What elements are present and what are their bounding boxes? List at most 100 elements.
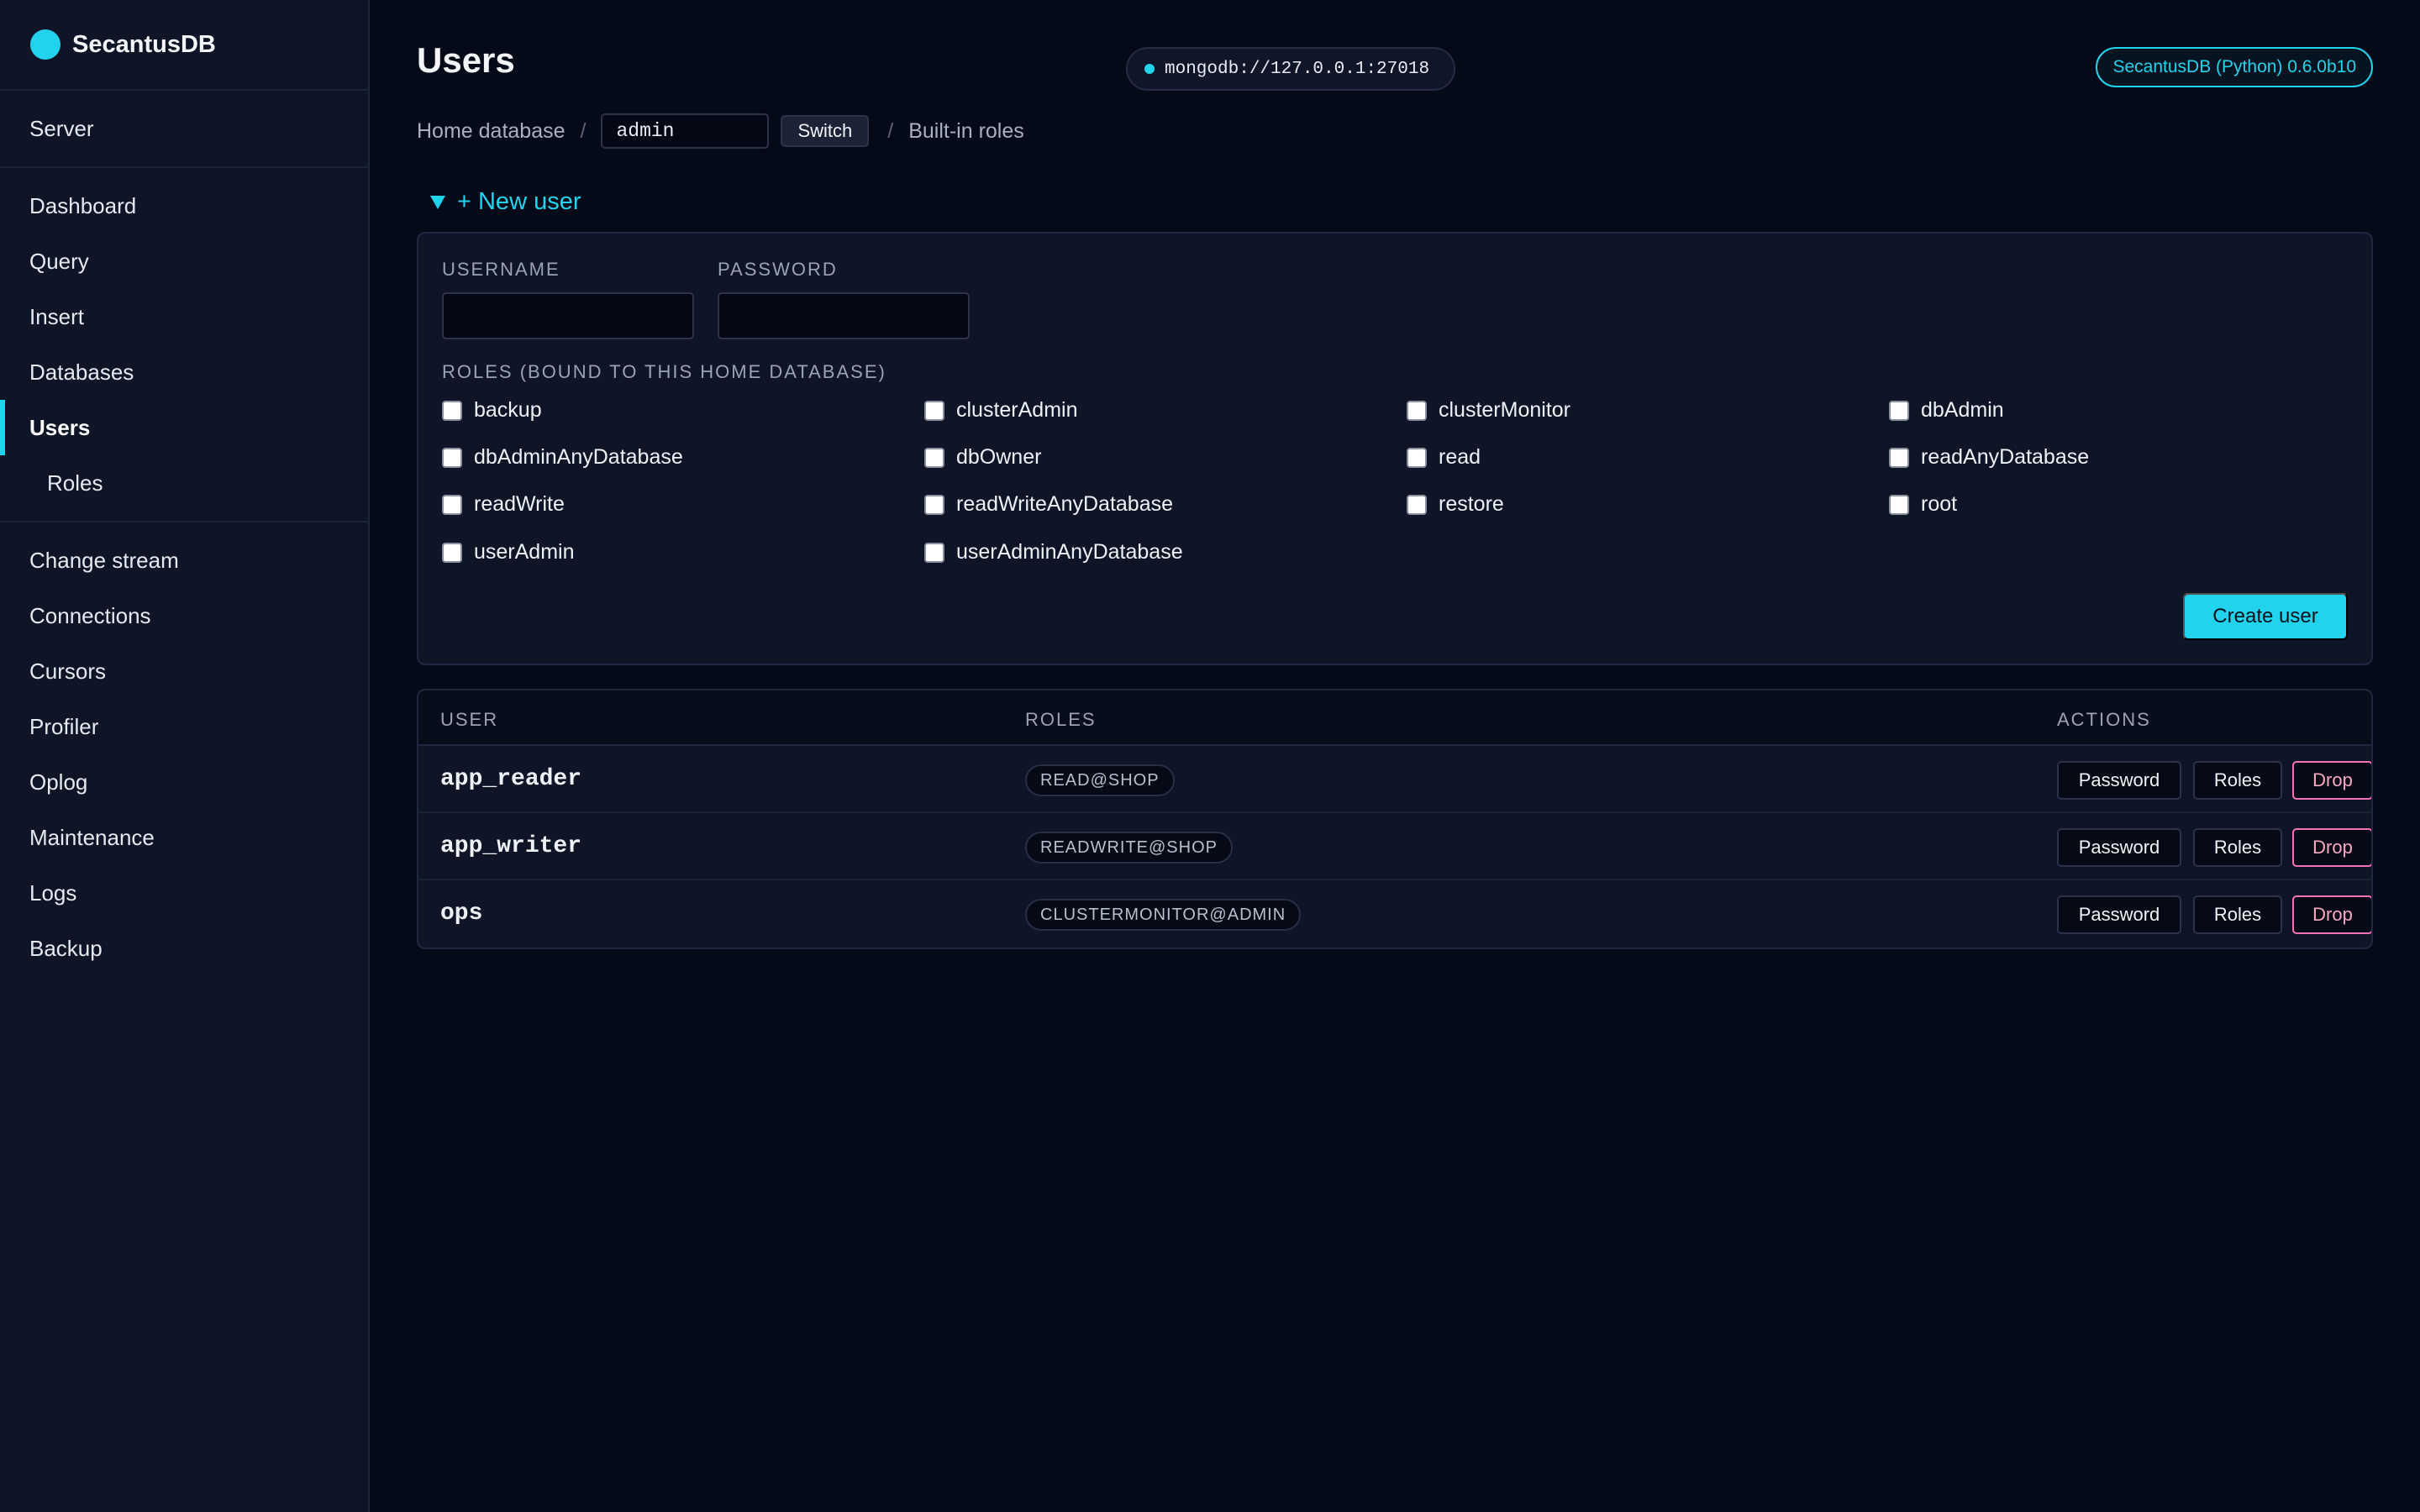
role-checkbox-useradmin[interactable]: userAdmin — [442, 540, 575, 564]
role-checkbox-root[interactable]: root — [1889, 492, 1957, 517]
brand[interactable]: SecantusDB — [0, 0, 368, 91]
user-name: app_reader — [440, 766, 582, 792]
sidebar-item-backup[interactable]: Backup — [0, 921, 368, 976]
breadcrumb: Home database / Switch / Built-in roles — [417, 113, 1024, 150]
role-checkbox-restore[interactable]: restore — [1407, 492, 1504, 517]
roles-label: ROLES (BOUND TO THIS HOME DATABASE) — [442, 361, 886, 382]
page-title: Users — [417, 40, 515, 80]
column-header-roles: ROLES — [1025, 709, 1097, 730]
sidebar-item-maintenance[interactable]: Maintenance — [0, 810, 368, 865]
role-checkbox-readwriteanydatabase[interactable]: readWriteAnyDatabase — [924, 492, 1173, 517]
role-checkbox-dbadmin[interactable]: dbAdmin — [1889, 398, 2004, 423]
sidebar-item-logs[interactable]: Logs — [0, 865, 368, 921]
table-row: app_writer READWRITE@SHOP Password Roles… — [418, 813, 2371, 880]
role-checkbox-dbadminanydatabase[interactable]: dbAdminAnyDatabase — [442, 445, 683, 470]
password-button[interactable]: Password — [2057, 761, 2181, 800]
table-row: ops CLUSTERMONITOR@ADMIN Password Roles … — [418, 880, 2371, 948]
checkbox[interactable] — [442, 542, 462, 563]
roles-button[interactable]: Roles — [2193, 828, 2282, 867]
password-button[interactable]: Password — [2057, 895, 2181, 934]
drop-button[interactable]: Drop — [2292, 828, 2371, 867]
role-chip: CLUSTERMONITOR@ADMIN — [1025, 899, 1302, 931]
checkbox[interactable] — [442, 447, 462, 468]
sidebar-item-roles[interactable]: Roles — [0, 455, 368, 511]
checkbox[interactable] — [1889, 494, 1909, 515]
role-checkbox-clusteradmin[interactable]: clusterAdmin — [924, 398, 1078, 423]
breadcrumb-separator: / — [887, 118, 894, 143]
sidebar-item-oplog[interactable]: Oplog — [0, 754, 368, 810]
nav-section-server: Server — [0, 91, 368, 168]
sidebar-item-cursors[interactable]: Cursors — [0, 643, 368, 699]
drop-button[interactable]: Drop — [2292, 895, 2371, 934]
checkbox[interactable] — [1407, 400, 1427, 421]
brand-name: SecantusDB — [72, 30, 216, 58]
create-user-button[interactable]: Create user — [2183, 593, 2348, 640]
connection-pill: mongodb://127.0.0.1:27018 — [1126, 47, 1455, 91]
checkbox[interactable] — [1889, 447, 1909, 468]
checkbox[interactable] — [1407, 494, 1427, 515]
checkbox[interactable] — [442, 400, 462, 421]
username-label: USERNAME — [442, 259, 560, 280]
role-label: root — [1921, 492, 1958, 516]
checkbox[interactable] — [924, 494, 944, 515]
role-label: dbAdmin — [1921, 398, 2004, 422]
checkbox[interactable] — [924, 447, 944, 468]
breadcrumb-separator: / — [580, 118, 587, 143]
role-checkbox-useradminanydatabase[interactable]: userAdminAnyDatabase — [924, 540, 1183, 564]
caret-down-icon — [430, 195, 445, 209]
sidebar-item-users[interactable]: Users — [0, 400, 368, 455]
checkbox[interactable] — [1889, 400, 1909, 421]
sidebar-item-dashboard[interactable]: Dashboard — [0, 178, 368, 234]
switch-button[interactable]: Switch — [781, 115, 870, 147]
role-checkbox-backup[interactable]: backup — [442, 398, 542, 423]
home-database-input[interactable] — [601, 113, 770, 149]
user-name: ops — [440, 900, 483, 927]
role-label: readAnyDatabase — [1921, 445, 2090, 469]
connection-uri: mongodb://127.0.0.1:27018 — [1165, 59, 1430, 79]
version-badge: SecantusDB (Python) 0.6.0b10 — [2096, 47, 2373, 87]
sidebar-item-profiler[interactable]: Profiler — [0, 699, 368, 754]
checkbox[interactable] — [442, 494, 462, 515]
role-label: dbOwner — [956, 445, 1042, 469]
roles-button[interactable]: Roles — [2193, 895, 2282, 934]
new-user-form: USERNAME PASSWORD ROLES (BOUND TO THIS H… — [417, 232, 2373, 665]
username-input[interactable] — [442, 292, 694, 339]
checkbox[interactable] — [924, 542, 944, 563]
column-header-user: USER — [440, 709, 499, 730]
column-header-actions: ACTIONS — [2057, 709, 2151, 730]
table-header: USER ROLES ACTIONS — [418, 690, 2371, 746]
role-checkbox-readwrite[interactable]: readWrite — [442, 492, 565, 517]
role-label: readWriteAnyDatabase — [956, 492, 1174, 516]
role-label: clusterMonitor — [1439, 398, 1570, 422]
checkbox[interactable] — [1407, 447, 1427, 468]
role-label: read — [1439, 445, 1481, 469]
sidebar-item-connections[interactable]: Connections — [0, 588, 368, 643]
connection-status-icon — [1144, 64, 1155, 74]
sidebar-item-server[interactable]: Server — [0, 101, 368, 156]
role-checkbox-read[interactable]: read — [1407, 445, 1481, 470]
role-chip: READWRITE@SHOP — [1025, 832, 1233, 864]
role-label: readWrite — [474, 492, 565, 516]
brand-logo-icon — [30, 29, 60, 60]
role-label: clusterAdmin — [956, 398, 1078, 422]
role-checkbox-clustermonitor[interactable]: clusterMonitor — [1407, 398, 1570, 423]
sidebar-item-query[interactable]: Query — [0, 234, 368, 289]
checkbox[interactable] — [924, 400, 944, 421]
sidebar-item-insert[interactable]: Insert — [0, 289, 368, 344]
drop-button[interactable]: Drop — [2292, 761, 2371, 800]
password-button[interactable]: Password — [2057, 828, 2181, 867]
sidebar-item-change-stream[interactable]: Change stream — [0, 533, 368, 588]
role-checkbox-readanydatabase[interactable]: readAnyDatabase — [1889, 445, 2089, 470]
new-user-toggle[interactable]: + New user — [430, 188, 581, 216]
table-row: app_reader READ@SHOP Password Roles Drop — [418, 746, 2371, 813]
nav-section-main: Dashboard Query Insert Databases Users R… — [0, 168, 368, 522]
new-user-label: + New user — [457, 188, 581, 215]
roles-button[interactable]: Roles — [2193, 761, 2282, 800]
sidebar-item-databases[interactable]: Databases — [0, 344, 368, 400]
password-input[interactable] — [718, 292, 970, 339]
role-chip: READ@SHOP — [1025, 764, 1175, 796]
built-in-roles-link[interactable]: Built-in roles — [908, 119, 1024, 144]
main-content: Users mongodb://127.0.0.1:27018 Secantus… — [371, 0, 2420, 1512]
role-label: dbAdminAnyDatabase — [474, 445, 683, 469]
role-checkbox-dbowner[interactable]: dbOwner — [924, 445, 1041, 470]
